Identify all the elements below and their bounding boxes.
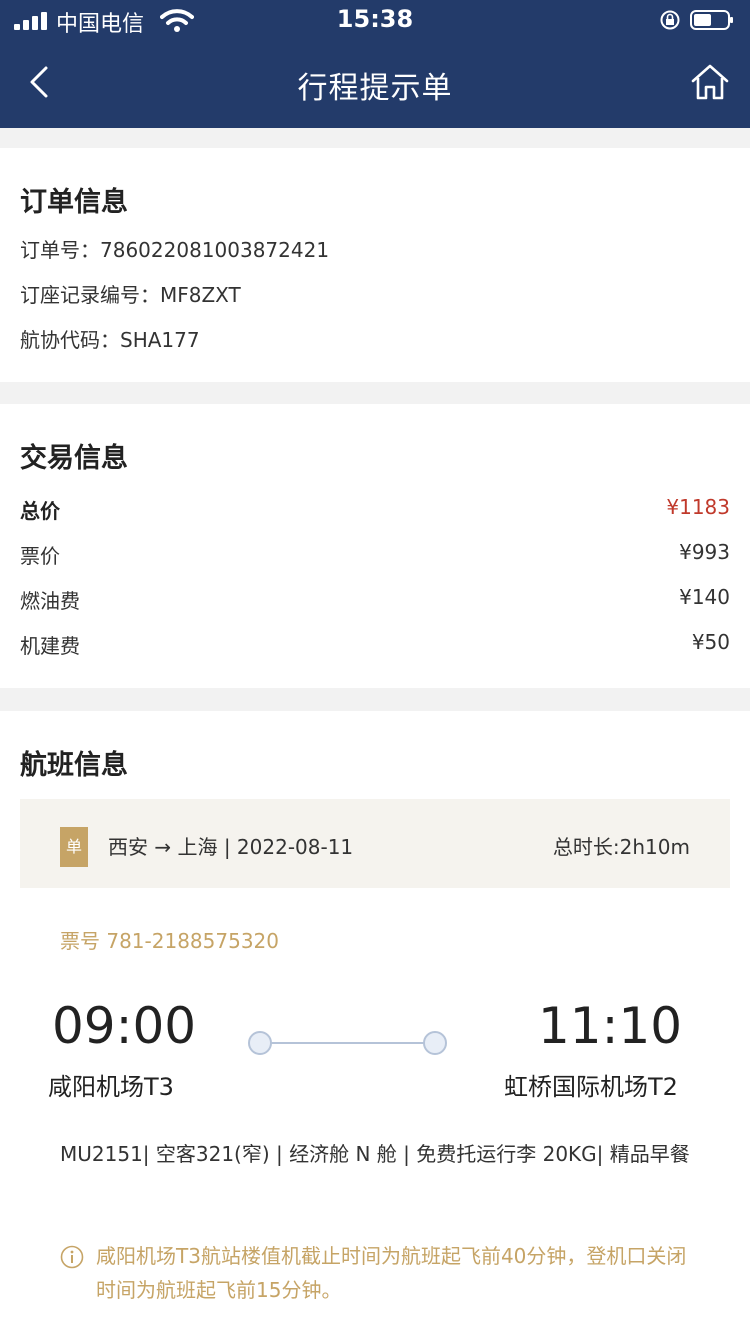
page-title: 行程提示单 (297, 71, 453, 106)
battery-icon (690, 10, 733, 30)
flight-info-title: 航班信息 (20, 750, 128, 781)
pnr-value: MF8ZXT (160, 283, 241, 307)
fuel-fee-amount: ¥140 (679, 585, 730, 609)
departure-airport: 咸阳机场T3 (48, 1073, 174, 1101)
pnr-label: 订座记录编号： (20, 283, 160, 307)
total-price-label: 总价 (20, 499, 60, 523)
flight-path-line (248, 1031, 447, 1055)
one-way-badge: 单 (60, 827, 88, 867)
checkin-notice: 咸阳机场T3航站楼值机截止时间为航班起飞前40分钟，登机口关闭时间为航班起飞前1… (60, 1239, 700, 1307)
flight-info-card: 航班信息 单 西安 → 上海 | 2022-08-11 总时长:2h10m 票号… (0, 711, 750, 1334)
arrival-time: 11:10 (538, 997, 683, 1055)
agency-code-label: 航协代码： (20, 328, 120, 352)
status-bar: 中国电信 15:38 (0, 0, 750, 40)
order-info-title: 订单信息 (20, 187, 128, 218)
order-number-row: 订单号：786022081003872421 (20, 234, 329, 263)
info-icon (60, 1245, 84, 1269)
order-info-card: 订单信息 订单号：786022081003872421 订座记录编号：MF8ZX… (0, 148, 750, 382)
total-price-amount: ¥1183 (666, 495, 730, 519)
top-bar: 中国电信 15:38 行程提示单 (0, 0, 750, 128)
departure-time: 09:00 (52, 997, 197, 1055)
order-number-value: 786022081003872421 (100, 238, 330, 262)
transaction-title: 交易信息 (20, 443, 128, 474)
fare-label: 票价 (20, 544, 60, 568)
rotation-lock-icon (660, 10, 680, 30)
route-summary: 单 西安 → 上海 | 2022-08-11 总时长:2h10m (20, 799, 730, 888)
fuel-fee-label: 燃油费 (20, 589, 80, 613)
airport-fee-amount: ¥50 (691, 630, 730, 654)
total-duration: 总时长:2h10m (552, 835, 690, 859)
ticket-number: 票号 781-2188575320 (60, 929, 279, 953)
order-number-label: 订单号： (20, 238, 100, 262)
home-button[interactable] (690, 62, 730, 102)
status-time: 15:38 (336, 5, 414, 33)
agency-code-value: SHA177 (120, 328, 200, 352)
arrival-airport: 虹桥国际机场T2 (504, 1073, 678, 1101)
flight-detail: MU2151| 空客321(窄) | 经济舱 N 舱 | 免费托运行李 20KG… (60, 1142, 690, 1166)
transaction-card: 交易信息 总价 ¥1183 票价 ¥993 燃油费 ¥140 机建费 ¥50 (0, 404, 750, 688)
route-text: 西安 → 上海 | 2022-08-11 (108, 835, 354, 859)
agency-code-row: 航协代码：SHA177 (20, 324, 200, 353)
fare-amount: ¥993 (679, 540, 730, 564)
notice-text: 咸阳机场T3航站楼值机截止时间为航班起飞前40分钟，登机口关闭时间为航班起飞前1… (96, 1244, 687, 1302)
airport-fee-label: 机建费 (20, 634, 80, 658)
pnr-row: 订座记录编号：MF8ZXT (20, 279, 241, 308)
